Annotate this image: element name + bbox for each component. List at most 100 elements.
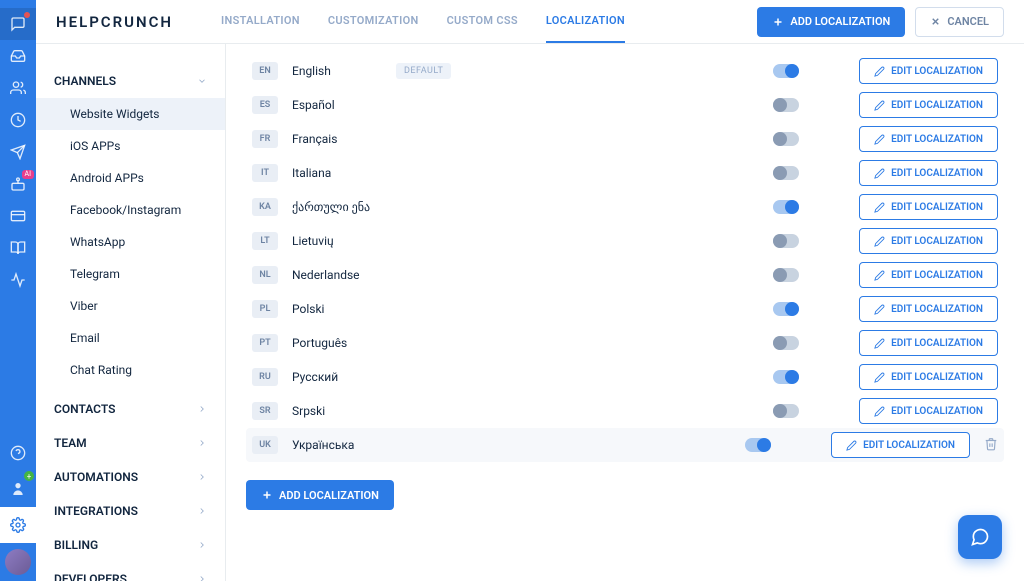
pencil-icon — [874, 134, 885, 145]
locale-toggle[interactable] — [773, 132, 799, 146]
sidebar-head-integrations[interactable]: INTEGRATIONS — [54, 494, 207, 528]
locale-row-es: ESEspañolEDIT LOCALIZATION — [246, 88, 1004, 122]
locale-toggle[interactable] — [773, 336, 799, 350]
cancel-button[interactable]: CANCEL — [915, 7, 1004, 37]
sidebar-head-contacts[interactable]: CONTACTS — [54, 392, 207, 426]
locale-toggle[interactable] — [745, 438, 771, 452]
clock-icon[interactable] — [0, 104, 36, 136]
edit-localization-button[interactable]: EDIT LOCALIZATION — [859, 262, 998, 288]
tab-installation[interactable]: INSTALLATION — [221, 0, 300, 43]
locale-name: Italiana — [292, 166, 331, 180]
edit-localization-button[interactable]: EDIT LOCALIZATION — [859, 126, 998, 152]
edit-localization-button[interactable]: EDIT LOCALIZATION — [859, 58, 998, 84]
locale-row-uk: UKУкраїнськаEDIT LOCALIZATION — [246, 428, 1004, 462]
bot-icon[interactable]: AI — [0, 168, 36, 200]
sidebar-item-whatsapp[interactable]: WhatsApp — [54, 226, 207, 258]
locale-code: PT — [252, 334, 278, 352]
add-localization-bottom[interactable]: ADD LOCALIZATION — [246, 480, 394, 510]
locale-toggle[interactable] — [773, 166, 799, 180]
tab-custom-css[interactable]: CUSTOM CSS — [447, 0, 518, 43]
locale-toggle[interactable] — [773, 200, 799, 214]
edit-localization-button[interactable]: EDIT LOCALIZATION — [859, 330, 998, 356]
edit-localization-button[interactable]: EDIT LOCALIZATION — [859, 228, 998, 254]
locale-row-fr: FRFrançaisEDIT LOCALIZATION — [246, 122, 1004, 156]
edit-localization-button[interactable]: EDIT LOCALIZATION — [859, 364, 998, 390]
sidebar-head-developers[interactable]: DEVELOPERS — [54, 562, 207, 581]
sidebar-head-channels[interactable]: CHANNELS — [54, 64, 207, 98]
chevron-right-icon — [197, 506, 207, 516]
sidebar-head-automations[interactable]: AUTOMATIONS — [54, 460, 207, 494]
locale-name: Español — [292, 98, 335, 112]
locale-code: UK — [252, 436, 278, 454]
edit-localization-button[interactable]: EDIT LOCALIZATION — [831, 432, 970, 458]
locale-toggle[interactable] — [773, 234, 799, 248]
inbox-icon[interactable] — [0, 40, 36, 72]
pencil-icon — [874, 66, 885, 77]
add-localization-button[interactable]: ADD LOCALIZATION — [757, 7, 905, 37]
chevron-right-icon — [197, 540, 207, 550]
settings-icon[interactable] — [0, 507, 36, 543]
chat-fab[interactable] — [958, 515, 1002, 559]
locale-toggle[interactable] — [773, 64, 799, 78]
trash-icon[interactable] — [970, 436, 998, 455]
edit-localization-button[interactable]: EDIT LOCALIZATION — [859, 296, 998, 322]
locale-toggle[interactable] — [773, 98, 799, 112]
sidebar-head-team[interactable]: TEAM — [54, 426, 207, 460]
users-icon[interactable]: + — [0, 471, 36, 507]
chevron-down-icon — [197, 76, 207, 86]
sidebar-item-telegram[interactable]: Telegram — [54, 258, 207, 290]
sidebar-item-viber[interactable]: Viber — [54, 290, 207, 322]
chat-icon[interactable] — [0, 8, 36, 40]
tab-localization[interactable]: LOCALIZATION — [546, 0, 625, 43]
locale-toggle[interactable] — [773, 268, 799, 282]
locale-code: NL — [252, 266, 278, 284]
chevron-right-icon — [197, 574, 207, 581]
locale-code: SR — [252, 402, 278, 420]
sidebar-item-chat-rating[interactable]: Chat Rating — [54, 354, 207, 386]
locale-code: FR — [252, 130, 278, 148]
locale-row-it: ITItalianaEDIT LOCALIZATION — [246, 156, 1004, 190]
edit-localization-button[interactable]: EDIT LOCALIZATION — [859, 92, 998, 118]
locale-toggle[interactable] — [773, 404, 799, 418]
locale-name: ქართული ენა — [292, 200, 370, 214]
avatar[interactable] — [5, 549, 31, 575]
pencil-icon — [874, 406, 885, 417]
add-bottom-label: ADD LOCALIZATION — [279, 489, 379, 502]
locale-toggle[interactable] — [773, 302, 799, 316]
locale-toggle[interactable] — [773, 370, 799, 384]
tab-customization[interactable]: CUSTOMIZATION — [328, 0, 419, 43]
activity-icon[interactable] — [0, 264, 36, 296]
book-icon[interactable] — [0, 232, 36, 264]
edit-localization-button[interactable]: EDIT LOCALIZATION — [859, 160, 998, 186]
pencil-icon — [874, 338, 885, 349]
sidebar-item-ios-apps[interactable]: iOS APPs — [54, 130, 207, 162]
locale-name: English — [292, 64, 331, 78]
sidebar-item-android-apps[interactable]: Android APPs — [54, 162, 207, 194]
locale-row-nl: NLNederlandseEDIT LOCALIZATION — [246, 258, 1004, 292]
add-localization-label: ADD LOCALIZATION — [790, 15, 890, 28]
edit-localization-button[interactable]: EDIT LOCALIZATION — [859, 194, 998, 220]
locale-name: Português — [292, 336, 347, 350]
default-badge: DEFAULT — [396, 63, 451, 79]
pencil-icon — [874, 372, 885, 383]
nav-rail: AI + — [0, 0, 36, 581]
card-icon[interactable] — [0, 200, 36, 232]
locale-row-sr: SRSrpskiEDIT LOCALIZATION — [246, 394, 1004, 428]
cancel-label: CANCEL — [947, 15, 989, 28]
sidebar-item-website-widgets[interactable]: Website Widgets — [36, 98, 225, 130]
chevron-right-icon — [197, 438, 207, 448]
sidebar-item-facebook-instagram[interactable]: Facebook/Instagram — [54, 194, 207, 226]
contacts-icon[interactable] — [0, 72, 36, 104]
topbar: HELPCRUNCH INSTALLATIONCUSTOMIZATIONCUST… — [36, 0, 1024, 44]
pencil-icon — [874, 100, 885, 111]
pencil-icon — [874, 236, 885, 247]
sidebar-item-email[interactable]: Email — [54, 322, 207, 354]
sidebar-head-billing[interactable]: BILLING — [54, 528, 207, 562]
locale-row-lt: LTLietuviųEDIT LOCALIZATION — [246, 224, 1004, 258]
pencil-icon — [846, 440, 857, 451]
edit-localization-button[interactable]: EDIT LOCALIZATION — [859, 398, 998, 424]
help-icon[interactable] — [0, 435, 36, 471]
send-icon[interactable] — [0, 136, 36, 168]
locale-row-ru: RUРусскийEDIT LOCALIZATION — [246, 360, 1004, 394]
locale-code: KA — [252, 198, 278, 216]
